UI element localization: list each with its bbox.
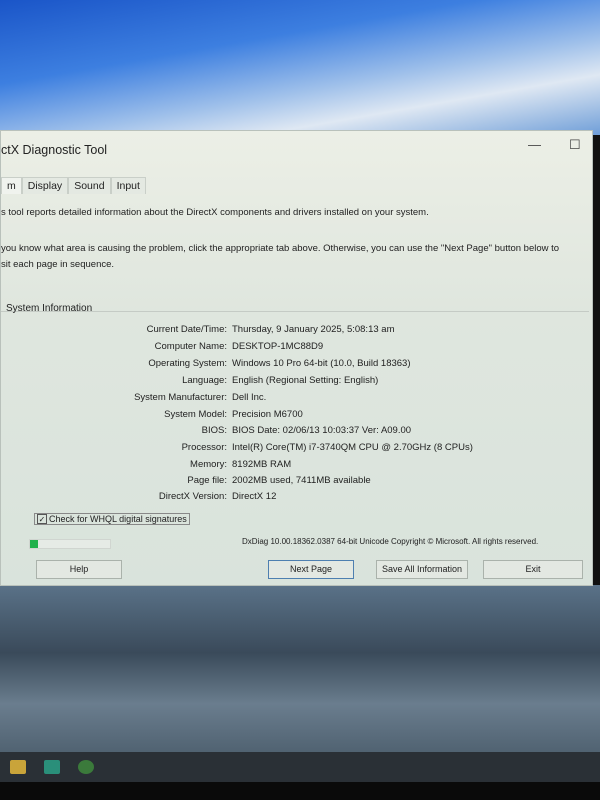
info-value: BIOS Date: 02/06/13 10:03:37 Ver: A09.00 — [232, 425, 412, 436]
info-value: Windows 10 Pro 64-bit (10.0, Build 18363… — [232, 358, 411, 369]
tab-sound[interactable]: Sound — [68, 177, 111, 194]
info-value: 2002MB used, 7411MB available — [232, 475, 371, 486]
help-text-line1: you know what area is causing the proble… — [1, 243, 560, 254]
exit-button[interactable]: Exit — [483, 560, 583, 579]
info-row: Operating System: Windows 10 Pro 64-bit (… — [1, 358, 589, 372]
window-title: ctX Diagnostic Tool — [1, 143, 108, 157]
info-value: English (Regional Setting: English) — [232, 375, 379, 386]
info-label: Current Date/Time: — [146, 324, 227, 335]
save-all-information-button[interactable]: Save All Information — [376, 560, 468, 579]
group-label: System Information — [6, 303, 93, 314]
mail-icon[interactable] — [44, 760, 60, 774]
info-label: Language: — [182, 375, 227, 386]
tab-system[interactable]: m — [1, 177, 22, 194]
info-label: Processor: — [181, 442, 227, 453]
tab-display[interactable]: Display — [21, 177, 69, 194]
progress-fill — [30, 540, 38, 548]
minimize-icon[interactable]: — — [528, 137, 541, 152]
info-row: Language: English (Regional Setting: Engl… — [1, 375, 589, 389]
checkmark-icon: ✓ — [37, 514, 47, 524]
info-row: Current Date/Time: Thursday, 9 January 20… — [1, 324, 589, 338]
info-row: System Model: Precision M6700 — [1, 409, 589, 423]
intro-text: s tool reports detailed information abou… — [1, 207, 429, 218]
info-label: Page file: — [187, 475, 227, 486]
info-label: Computer Name: — [154, 341, 227, 352]
help-text-line2: sit each page in sequence. — [1, 259, 115, 270]
info-value: Intel(R) Core(TM) i7-3740QM CPU @ 2.70GH… — [232, 442, 473, 453]
info-value: Thursday, 9 January 2025, 5:08:13 am — [232, 324, 395, 335]
info-row: DirectX Version: DirectX 12 — [1, 491, 589, 505]
xbox-icon[interactable] — [78, 760, 94, 774]
tab-bar: m Display Sound Input — [1, 177, 146, 194]
info-value: Dell Inc. — [232, 392, 267, 403]
info-label: System Model: — [164, 409, 227, 420]
taskbar — [0, 752, 600, 782]
desktop-wallpaper-lower — [0, 585, 600, 755]
info-value: DirectX 12 — [232, 491, 277, 502]
info-label: BIOS: — [201, 425, 227, 436]
info-label: Memory: — [190, 459, 227, 470]
whql-checkbox[interactable]: ✓ Check for WHQL digital signatures — [34, 513, 190, 525]
info-label: Operating System: — [148, 358, 227, 369]
tab-input[interactable]: Input — [110, 177, 146, 194]
info-value: DESKTOP-1MC88D9 — [232, 341, 324, 352]
info-row: Page file: 2002MB used, 7411MB available — [1, 475, 589, 489]
info-row: Computer Name: DESKTOP-1MC88D9 — [1, 341, 589, 355]
info-value: 8192MB RAM — [232, 459, 292, 470]
dxdiag-window: ctX Diagnostic Tool — ☐ m Display Sound … — [0, 130, 593, 586]
next-page-button[interactable]: Next Page — [268, 560, 354, 579]
info-label: System Manufacturer: — [134, 392, 227, 403]
info-row: Processor: Intel(R) Core(TM) i7-3740QM CP… — [1, 442, 589, 456]
whql-label: Check for WHQL digital signatures — [49, 514, 187, 524]
progress-bar — [29, 539, 111, 549]
info-value: Precision M6700 — [232, 409, 303, 420]
desktop-wallpaper — [0, 0, 600, 135]
monitor-bezel — [0, 782, 600, 800]
info-row: Memory: 8192MB RAM — [1, 459, 589, 473]
version-text: DxDiag 10.00.18362.0387 64-bit Unicode C… — [242, 537, 539, 546]
info-row: System Manufacturer: Dell Inc. — [1, 392, 589, 406]
file-explorer-icon[interactable] — [10, 760, 26, 774]
info-row: BIOS: BIOS Date: 02/06/13 10:03:37 Ver: A… — [1, 425, 589, 439]
help-button[interactable]: Help — [36, 560, 122, 579]
info-label: DirectX Version: — [158, 491, 227, 502]
maximize-icon[interactable]: ☐ — [569, 137, 581, 153]
